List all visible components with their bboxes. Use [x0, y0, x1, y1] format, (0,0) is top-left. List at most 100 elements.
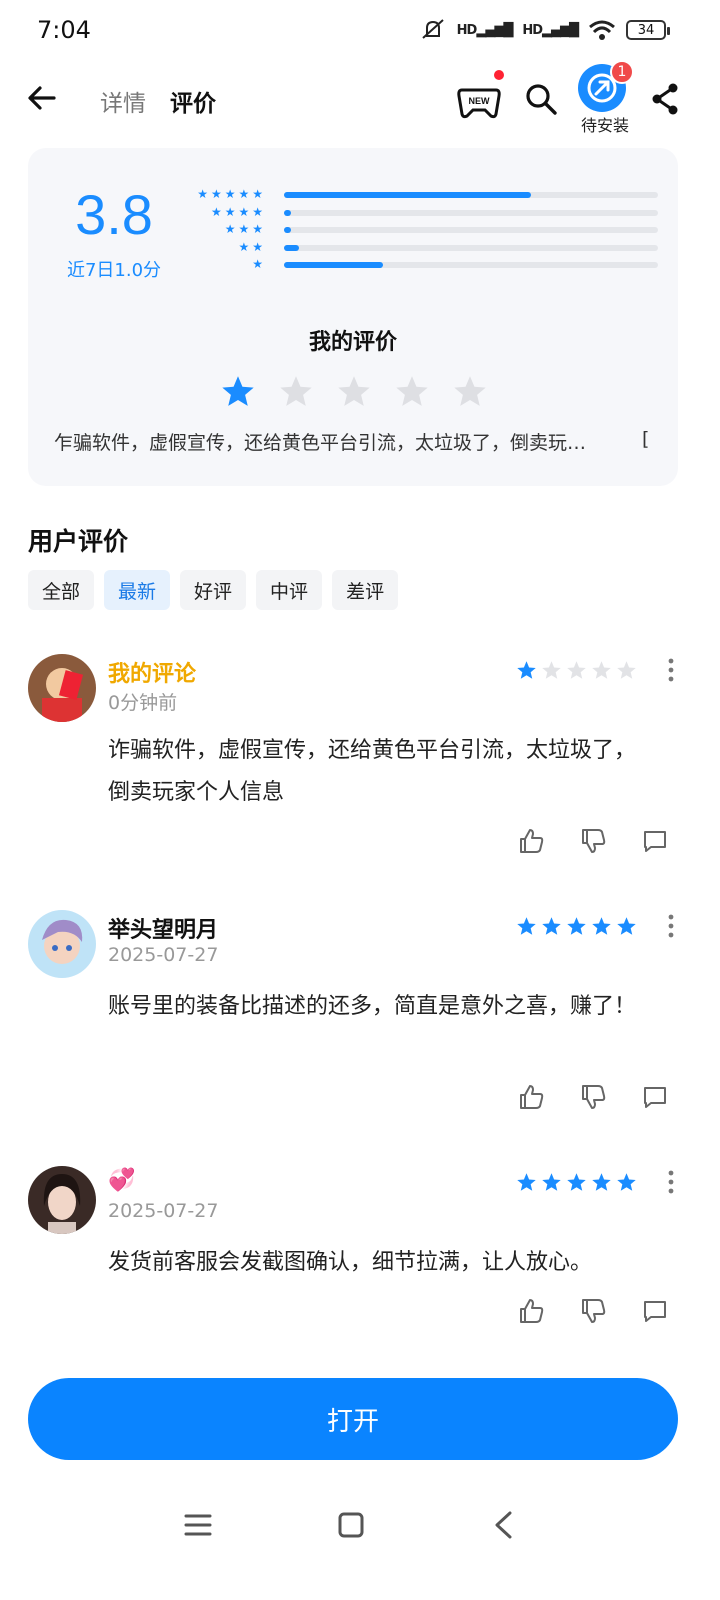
my-review-edge: [: [642, 428, 650, 450]
distribution-row-5: ★★★★★: [188, 186, 658, 204]
review-actions: [518, 1084, 668, 1110]
star-icon: [592, 917, 611, 935]
signal-icon-2: HD▂▄▆█: [522, 22, 579, 38]
star-icon: [222, 376, 254, 406]
distribution-row-2: ★★: [188, 239, 658, 257]
rating-distribution: ★★★★★ ★★★★ ★★★ ★★ ★: [188, 186, 658, 274]
star-icon: [280, 376, 312, 406]
distribution-track: [284, 192, 658, 198]
my-review-preview[interactable]: 乍骗软件，虚假宣传，还给黄色平台引流，太垃圾了，倒卖玩…: [54, 428, 654, 455]
star-icon: [542, 1173, 561, 1191]
thumbs-down-icon[interactable]: [580, 1298, 606, 1324]
pending-install-label: 待安装: [580, 116, 629, 135]
review-item: 我的评论 0分钟前 诈骗软件，虚假宣传，还给黄色平台引流，太垃圾了，倒卖玩家个人…: [28, 654, 692, 874]
my-review-title: 我的评价: [308, 330, 397, 355]
battery-level: 34: [637, 22, 655, 38]
recent-score: 近7日1.0分: [66, 260, 162, 281]
comment-icon[interactable]: [642, 1298, 668, 1324]
avatar[interactable]: [28, 910, 96, 978]
user-reviews-title: 用户评价: [28, 527, 129, 556]
star-icon: [338, 376, 370, 406]
review-text: 诈骗软件，虚假宣传，还给黄色平台引流，太垃圾了，倒卖玩家个人信息: [108, 738, 637, 805]
menu-icon[interactable]: [184, 1512, 212, 1538]
review-stars: [516, 1172, 637, 1192]
open-button[interactable]: 打开: [28, 1378, 678, 1460]
mute-icon: [421, 19, 444, 39]
thumbs-up-icon[interactable]: [518, 1084, 544, 1110]
filter-latest[interactable]: 最新: [104, 570, 171, 610]
distribution-track: [284, 209, 658, 216]
my-rating-stars[interactable]: [220, 374, 488, 408]
review-actions: [518, 1298, 668, 1324]
star-icon: [617, 661, 636, 679]
star-icon: [592, 661, 611, 679]
system-nav-bar: [0, 1500, 720, 1600]
chevron-left-icon[interactable]: [492, 1510, 514, 1540]
filter-positive[interactable]: 好评: [180, 570, 247, 610]
distribution-row-3: ★★★: [188, 221, 658, 239]
arrow-left-icon[interactable]: [26, 82, 58, 114]
star-icon: [567, 917, 586, 935]
review-stars: [516, 660, 637, 680]
review-date: 2025-07-27: [108, 1200, 219, 1222]
distribution-stars: ★: [252, 257, 266, 271]
distribution-fill: [284, 209, 292, 216]
status-bar: 7:04 HD▂▄▆█ HD▂▄▆█ 34: [0, 0, 720, 62]
share-icon[interactable]: [650, 82, 680, 116]
avatar[interactable]: [28, 1166, 96, 1234]
pending-count-badge: 1: [610, 60, 634, 84]
star-icon: [542, 661, 561, 679]
distribution-stars: ★★★★★: [197, 187, 266, 201]
status-icons: HD▂▄▆█ HD▂▄▆█ 34: [419, 18, 670, 42]
top-nav: 详情 评价 NEW 1 待安装: [0, 60, 720, 138]
reviewer-name: 我的评论: [108, 662, 197, 687]
filter-neutral[interactable]: 中评: [256, 570, 323, 610]
notification-dot: [494, 70, 504, 80]
pending-install-button[interactable]: 1 待安装: [574, 60, 636, 136]
thumbs-down-icon[interactable]: [580, 828, 606, 854]
tab-review[interactable]: 评价: [170, 84, 216, 118]
reviewer-name: 举头望明月: [108, 918, 219, 943]
gamepad-icon: NEW: [457, 88, 501, 119]
status-time: 7:04: [37, 16, 91, 44]
filter-negative[interactable]: 差评: [332, 570, 399, 610]
review-text: 账号里的装备比描述的还多，简直是意外之喜，赚了！: [108, 994, 637, 1019]
gamepad-button[interactable]: NEW: [456, 80, 502, 120]
distribution-track: [284, 262, 658, 268]
review-date: 2025-07-27: [108, 944, 219, 966]
distribution-track: [284, 244, 658, 251]
star-icon: [617, 1173, 636, 1191]
rating-summary-card: 3.8 近7日1.0分 ★★★★★ ★★★★ ★★★ ★★ ★ 我的评价 乍骗软…: [28, 148, 678, 486]
distribution-fill: [284, 192, 531, 198]
average-score: 3.8: [75, 183, 153, 246]
comment-icon[interactable]: [642, 828, 668, 854]
distribution-fill: [284, 262, 384, 268]
star-icon: [517, 661, 536, 679]
more-vertical-icon[interactable]: [666, 914, 676, 938]
signal-icon-1: HD▂▄▆█: [456, 22, 514, 38]
review-date: 0分钟前: [108, 692, 178, 714]
search-icon[interactable]: [524, 82, 558, 116]
distribution-fill: [284, 227, 292, 233]
star-icon: [567, 1173, 586, 1191]
thumbs-down-icon[interactable]: [580, 1084, 606, 1110]
thumbs-up-icon[interactable]: [518, 1298, 544, 1324]
review-stars: [516, 916, 637, 936]
distribution-fill: [284, 244, 299, 251]
distribution-stars: ★★★: [224, 222, 266, 236]
home-icon[interactable]: [338, 1512, 364, 1538]
filter-all[interactable]: 全部: [28, 570, 95, 610]
star-icon: [617, 917, 636, 935]
more-vertical-icon[interactable]: [666, 1170, 676, 1194]
thumbs-up-icon[interactable]: [518, 828, 544, 854]
comment-icon[interactable]: [642, 1084, 668, 1110]
more-vertical-icon[interactable]: [666, 658, 676, 682]
tab-detail[interactable]: 详情: [100, 84, 146, 118]
review-filters: 全部 最新 好评 中评 差评: [28, 570, 399, 610]
review-text: 发货前客服会发截图确认，细节拉满，让人放心。: [108, 1250, 593, 1275]
review-item: 💞 2025-07-27 发货前客服会发截图确认，细节拉满，让人放心。: [28, 1166, 692, 1346]
avatar[interactable]: [28, 654, 96, 722]
distribution-stars: ★★: [238, 239, 266, 254]
star-icon: [517, 1173, 536, 1191]
star-icon: [592, 1173, 611, 1191]
